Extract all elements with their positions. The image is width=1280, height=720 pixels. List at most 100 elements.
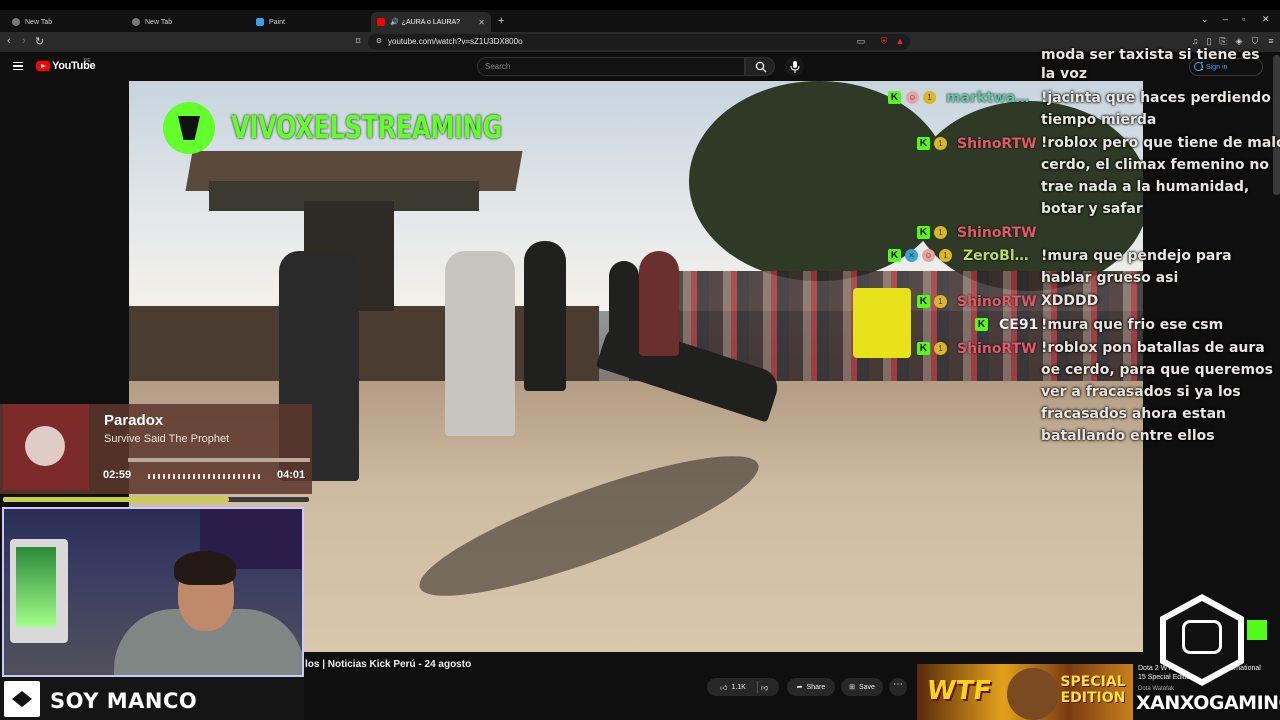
chat-message: fracasados ahora estan — [1041, 406, 1227, 422]
recommended-thumbnail[interactable]: WTF SPECIAL EDITION — [917, 664, 1133, 720]
save-label: Save — [858, 683, 875, 691]
emote-badge-icon: ✕ — [905, 249, 918, 262]
thumbnail-text: WTF — [924, 676, 994, 706]
kick-badge-icon: K — [917, 137, 930, 150]
tab-title: New Tab — [145, 18, 173, 26]
song-progress-dots — [148, 474, 262, 479]
tab-youtube-active[interactable]: 🔊 ¿AURA o LAURA? 😮 Bata ✕ — [371, 12, 491, 32]
kick-badge-icon: K — [888, 91, 901, 104]
kick-badge-icon: K — [917, 295, 930, 308]
chat-message: la voz — [1041, 66, 1088, 82]
chat-username: ShinoRTW — [957, 136, 1037, 152]
thumbs-down-icon[interactable]: 👎︎ — [761, 683, 768, 692]
tab-title: ¿AURA o LAURA? 😮 Bata — [401, 19, 460, 26]
tab-title: Paint — [269, 18, 285, 26]
kick-badge-icon: K — [975, 318, 988, 331]
tab-new-tab-2[interactable]: New Tab — [126, 12, 244, 32]
chat-message: cerdo, el climax femenino no — [1041, 157, 1270, 173]
chat-message: !mura que pendejo para — [1041, 248, 1232, 264]
coin-badge-icon: 1 — [934, 295, 947, 308]
save-icon: ⊞ — [849, 684, 855, 691]
close-window-button[interactable]: ✕ — [1262, 14, 1270, 25]
chat-message: ver a fracasados si ya los — [1041, 384, 1241, 400]
chat-message: !roblox pero que tiene de malo — [1041, 135, 1280, 151]
coin-badge-icon: 1 — [934, 137, 947, 150]
search-placeholder: Search — [485, 62, 511, 71]
tab-title: New Tab — [25, 18, 53, 26]
microphone-icon — [790, 61, 800, 73]
minimize-button[interactable]: – — [1223, 14, 1228, 24]
search-icon — [755, 61, 767, 73]
manco-logo-icon — [4, 681, 40, 717]
pig-face-icon — [1182, 620, 1222, 654]
chat-message: tiempo mierda — [1041, 112, 1157, 128]
forward-button[interactable]: › — [22, 35, 26, 47]
thumbnail-text: SPECIAL EDITION — [1060, 674, 1126, 706]
song-divider — [128, 458, 310, 462]
share-icon: ➦ — [796, 684, 803, 691]
save-button[interactable]: ⊞ Save — [841, 678, 883, 696]
cam-pc-lights — [16, 547, 56, 627]
video-person — [639, 251, 679, 356]
coin-badge-icon: 1 — [923, 91, 936, 104]
new-tab-button[interactable]: + — [498, 15, 504, 27]
coin-badge-icon: 1 — [939, 249, 952, 262]
avatar-badge-icon: ☺ — [922, 249, 935, 262]
alert-icon[interactable]: ▲ — [895, 36, 905, 46]
kick-logo-icon — [1247, 620, 1267, 640]
back-button[interactable]: ‹ — [7, 35, 11, 47]
thumbs-up-icon: 👍︎ — [720, 684, 728, 692]
voice-search-button[interactable] — [785, 57, 804, 76]
cast-icon[interactable]: ▭ — [856, 36, 866, 46]
chat-username: ZeroBl… — [963, 248, 1029, 264]
kick-badge-icon: K — [917, 226, 930, 239]
coin-badge-icon: 1 — [934, 226, 947, 239]
like-button[interactable]: 👍︎ 1.1K — [713, 678, 753, 696]
tab-paint[interactable]: Paint — [250, 12, 368, 32]
thumbnail-character — [1007, 668, 1059, 720]
tab-new-tab-1[interactable]: New Tab — [6, 12, 124, 32]
album-art — [3, 404, 89, 490]
bookmark-icon[interactable]: ⌑ — [353, 36, 363, 46]
shield-icon[interactable]: ⛨ — [879, 36, 889, 46]
tab-search-icon[interactable]: ⌄ — [1201, 14, 1209, 25]
webcam-feed — [2, 507, 304, 677]
hamburger-menu-icon[interactable] — [13, 62, 23, 70]
chat-message: oe cerdo, para que queremos — [1041, 362, 1273, 378]
title-bar — [0, 0, 1280, 10]
region-code: PE — [84, 58, 91, 64]
chat-message: !mura que frio ese csm — [1041, 317, 1224, 333]
like-count: 1.1K — [731, 683, 746, 691]
more-actions-button[interactable]: ⋯ — [889, 678, 907, 696]
chat-message: botar y safar — [1041, 201, 1143, 217]
chat-message: !jacinta que haces perdiendo — [1041, 90, 1271, 106]
chat-message: XDDDD — [1041, 293, 1099, 309]
site-info-icon[interactable]: ⚙ — [374, 37, 384, 47]
song-title: Paradox — [104, 412, 164, 429]
chat-username: CE91 — [999, 317, 1039, 333]
kick-badge-icon: K — [917, 342, 930, 355]
song-elapsed: 02:59 — [103, 469, 132, 481]
like-dislike-group: 👍︎ 1.1K 👎︎ — [707, 678, 779, 696]
chat-message: batallando entre ellos — [1041, 428, 1215, 444]
menu-icon[interactable]: ≡ — [1266, 36, 1276, 46]
page-scrollbar[interactable] — [1273, 55, 1280, 195]
song-duration: 04:01 — [277, 469, 306, 481]
paint-icon — [256, 18, 264, 26]
search-button[interactable] — [745, 57, 775, 76]
kick-logo-icon — [163, 102, 215, 154]
maximize-button[interactable]: ▫ — [1242, 14, 1245, 24]
coin-badge-icon: 1 — [934, 342, 947, 355]
youtube-logo-icon[interactable] — [36, 61, 50, 71]
chat-username: ShinoRTW — [957, 225, 1037, 241]
video-yellow-box — [853, 288, 911, 358]
reload-icon[interactable]: ↻ — [35, 35, 44, 48]
search-input[interactable] — [477, 57, 745, 76]
globe-icon — [132, 18, 140, 26]
video-person — [609, 261, 639, 371]
song-artist: Survive Said The Prophet — [104, 433, 230, 445]
close-tab-icon[interactable]: ✕ — [478, 18, 485, 27]
chat-message: hablar grueso asi — [1041, 270, 1179, 286]
share-button[interactable]: ➦ Share — [787, 678, 835, 696]
cam-streamer-hair — [174, 551, 236, 585]
